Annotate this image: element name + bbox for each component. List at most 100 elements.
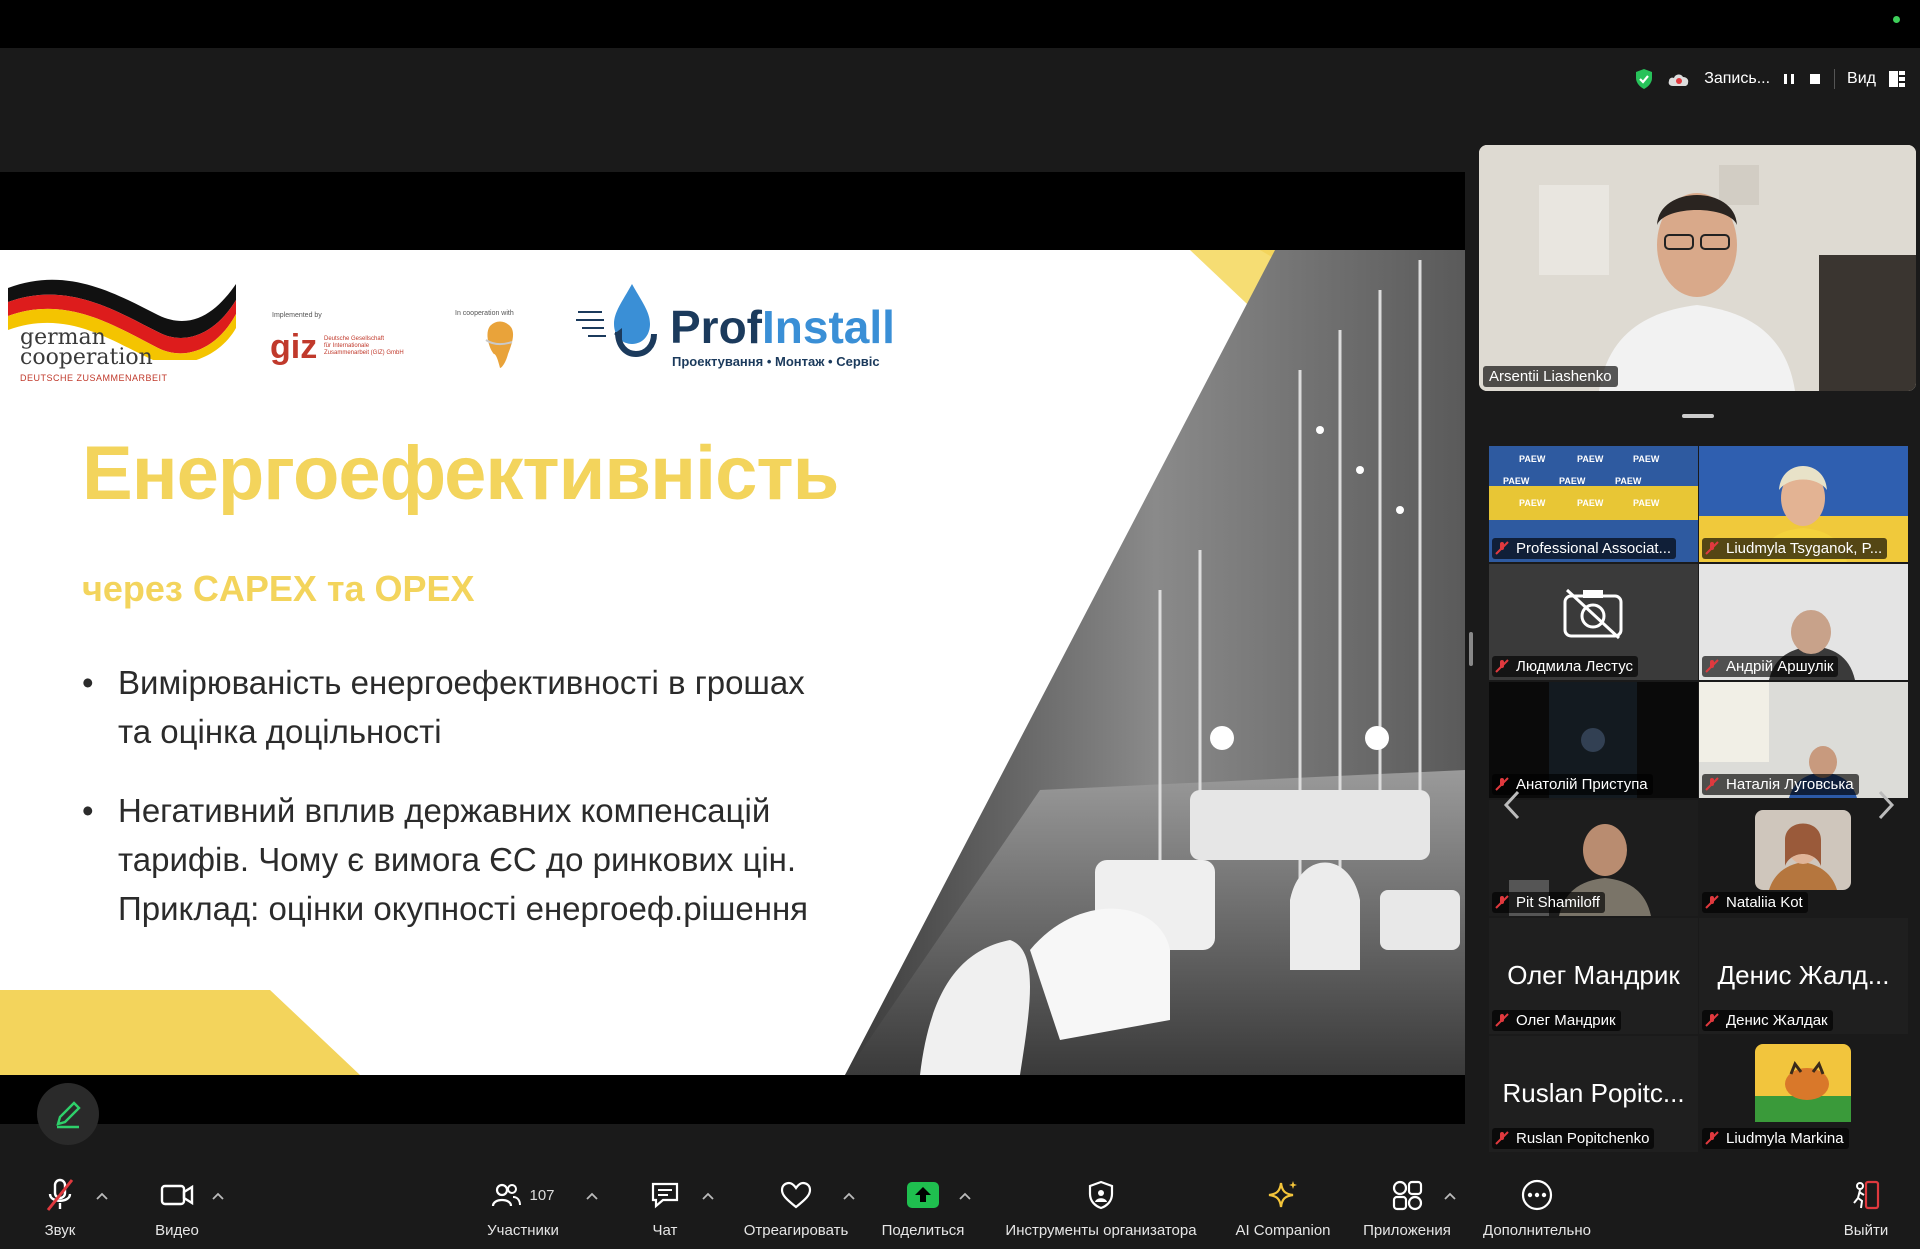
bullet-line: Негативний вплив державних компенсацій: [118, 792, 771, 829]
leave-button[interactable]: Выйти: [1836, 1162, 1896, 1249]
chat-icon: [651, 1182, 679, 1209]
video-button[interactable]: Видео: [144, 1162, 210, 1249]
leave-icon: [1853, 1180, 1880, 1210]
profinstall-logo: ProfInstall: [670, 300, 895, 354]
pager-indicator[interactable]: [1682, 414, 1714, 418]
participants-button[interactable]: 107 Участники: [476, 1162, 570, 1249]
participant-name: Людмила Лестус: [1492, 656, 1639, 677]
react-button[interactable]: Отреагировать: [734, 1162, 858, 1249]
muted-mic-icon: [1495, 777, 1509, 791]
heart-icon: [780, 1181, 812, 1209]
bullet-line: Вимірюваність енергоефективності в гроша…: [118, 664, 805, 701]
in-cooperation-with-text: In cooperation with: [455, 310, 514, 317]
host-tools-button[interactable]: Инструменты организатора: [990, 1162, 1212, 1249]
participant-tile[interactable]: Ruslan Popitc... Ruslan Popitchenko: [1489, 1036, 1698, 1152]
paew-text: PAEW: [1633, 498, 1660, 508]
camera-indicator-dot: [1893, 16, 1900, 23]
more-button[interactable]: Дополнительно: [1474, 1162, 1600, 1249]
participant-name: Professional Associat...: [1492, 538, 1677, 559]
slide-title: Енергоефективність: [82, 431, 839, 516]
pencil-icon: [56, 1101, 81, 1129]
audio-button[interactable]: Звук: [30, 1162, 90, 1249]
chevron-up-icon[interactable]: [1444, 1192, 1456, 1200]
bullet-item: • Вимірюваність енергоефективності в гро…: [82, 658, 942, 756]
active-speaker-video[interactable]: Arsentii Liashenko: [1479, 145, 1916, 391]
german-cooperation-logo-text: german cooperation: [20, 327, 153, 369]
participant-tile[interactable]: Андрій Аршулік: [1699, 564, 1908, 680]
profinstall-install-text: Install: [762, 301, 895, 353]
participant-tile[interactable]: Олег Мандрик Олег Мандрик: [1489, 918, 1698, 1034]
speaker-video-frame: [1479, 145, 1916, 391]
host-tools-label: Инструменты организатора: [1005, 1222, 1197, 1239]
muted-mic-icon: [1705, 1131, 1719, 1145]
pause-icon[interactable]: [1782, 72, 1796, 86]
deutsche-zusammenarbeit-text: DEUTSCHE ZUSAMMENARBEIT: [20, 373, 168, 383]
chevron-up-icon[interactable]: [586, 1192, 598, 1200]
leave-label: Выйти: [1843, 1222, 1889, 1239]
muted-mic-icon: [1705, 659, 1719, 673]
chevron-right-icon[interactable]: [1876, 790, 1896, 820]
os-top-bar: [0, 0, 1920, 48]
more-label: Дополнительно: [1483, 1222, 1591, 1239]
muted-mic-icon: [1495, 895, 1509, 909]
chevron-up-icon[interactable]: [702, 1192, 714, 1200]
participant-name: Андрій Аршулік: [1702, 656, 1839, 677]
paew-text: PAEW: [1577, 454, 1604, 464]
participant-tile[interactable]: PAEW PAEW PAEW PAEW PAEW PAEW PAEW PAEW …: [1489, 446, 1698, 562]
muted-mic-icon: [1495, 1013, 1509, 1027]
muted-mic-icon: [1495, 541, 1509, 555]
share-screen-button[interactable]: Поделиться: [876, 1162, 970, 1249]
bullet-dot: •: [82, 792, 94, 829]
ai-companion-button[interactable]: AI Companion: [1230, 1162, 1336, 1249]
apps-button[interactable]: Приложения: [1354, 1162, 1460, 1249]
participant-name: Liudmyla Markina: [1702, 1128, 1849, 1149]
participant-name: Олег Мандрик: [1492, 1010, 1621, 1031]
shield-check-icon[interactable]: [1634, 68, 1654, 90]
participant-tile[interactable]: Денис Жалд... Денис Жалдак: [1699, 918, 1908, 1034]
muted-mic-icon: [1705, 1013, 1719, 1027]
apps-label: Приложения: [1363, 1222, 1451, 1239]
paew-text: PAEW: [1519, 498, 1546, 508]
muted-mic-icon: [1705, 541, 1719, 555]
chevron-up-icon[interactable]: [96, 1192, 108, 1200]
profinstall-drop-icon: [576, 284, 657, 358]
stop-icon[interactable]: [1808, 72, 1822, 86]
chevron-left-icon[interactable]: [1502, 790, 1522, 820]
grid-view-icon[interactable]: [1888, 70, 1906, 88]
annotate-button[interactable]: [37, 1083, 99, 1145]
bullet-item: • Негативний вплив державних компенсацій…: [82, 786, 942, 933]
chevron-up-icon[interactable]: [959, 1192, 971, 1200]
participant-name: Liudmyla Tsyganok, P...: [1702, 538, 1888, 559]
paew-text: PAEW: [1577, 498, 1604, 508]
participant-tile[interactable]: Анатолій Приступа: [1489, 682, 1698, 798]
participant-tile[interactable]: Людмила Лестус: [1489, 564, 1698, 680]
view-button[interactable]: Вид: [1847, 70, 1876, 88]
participant-tile[interactable]: Наталія Луговська: [1699, 682, 1908, 798]
share-screen-icon: [907, 1182, 939, 1208]
cloud-record-icon: [1668, 74, 1689, 86]
paew-text: PAEW: [1633, 454, 1660, 464]
more-dots-icon: [1521, 1179, 1553, 1211]
participant-tile[interactable]: Liudmyla Markina: [1699, 1036, 1908, 1152]
chevron-up-icon[interactable]: [212, 1192, 224, 1200]
giz-description: Deutsche Gesellschaft für Internationale…: [324, 336, 404, 357]
participants-label: Участники: [487, 1222, 559, 1239]
participant-gallery: PAEW PAEW PAEW PAEW PAEW PAEW PAEW PAEW …: [1489, 446, 1909, 1152]
recording-label: Запись...: [1704, 70, 1771, 87]
bullet-dot: •: [82, 664, 94, 701]
muted-mic-icon: [1495, 659, 1509, 673]
chevron-up-icon[interactable]: [843, 1192, 855, 1200]
panel-resize-handle[interactable]: [1469, 632, 1473, 666]
logo-text-line: Deutsche Gesellschaft: [324, 336, 385, 342]
muted-mic-icon: [1495, 1131, 1509, 1145]
participant-display-name: Олег Мандрик: [1507, 960, 1680, 990]
chat-button[interactable]: Чат: [640, 1162, 690, 1249]
participant-tile[interactable]: Liudmyla Tsyganok, P...: [1699, 446, 1908, 562]
chat-label: Чат: [652, 1222, 678, 1239]
participant-name: Ruslan Popitchenko: [1492, 1128, 1655, 1149]
audio-label: Звук: [44, 1222, 76, 1239]
logo-text-line: für Internationale: [324, 343, 370, 349]
slide-subtitle: через CAPEX та OPEX: [82, 568, 475, 609]
bullet-line: Приклад: оцінки окупності енергоеф.рішен…: [118, 890, 809, 927]
profinstall-prof-text: Prof: [670, 301, 762, 353]
